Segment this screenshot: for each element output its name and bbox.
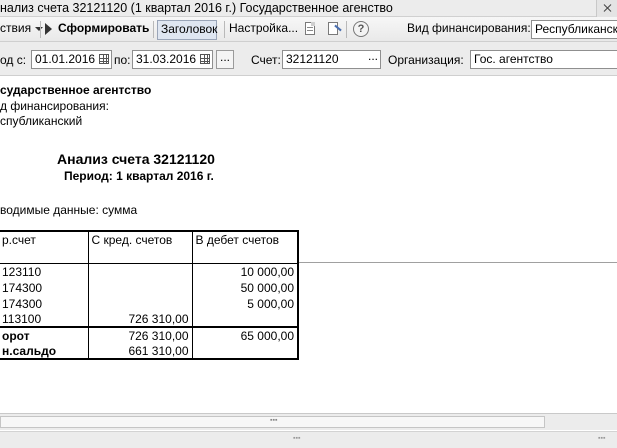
table-row-balance: н.сальдо 661 310,00	[0, 343, 299, 360]
filter-panel: од с: 01.01.2016 по: 31.03.2016 ... Счет…	[0, 42, 617, 76]
table-cell-debit: 10 000,00	[191, 263, 299, 279]
table-row: 113100 726 310,00	[0, 311, 299, 327]
grip-icon: ▪▪▪	[270, 417, 278, 424]
toolbar-separator	[224, 21, 225, 38]
horizontal-scrollbar[interactable]: ▪▪▪	[0, 413, 617, 430]
table-row: 174300 50 000,00	[0, 279, 299, 295]
toolbar-separator	[40, 21, 41, 38]
report-title: Анализ счета 32121120	[57, 151, 215, 167]
table-cell-debit: 65 000,00	[191, 326, 299, 343]
table-header-cell: С кред. счетов	[87, 230, 193, 264]
organization-input[interactable]: Гос. агентство	[470, 50, 617, 69]
calendar-icon[interactable]	[197, 51, 213, 68]
generate-button[interactable]: Сформировать	[45, 20, 149, 39]
generate-button-label: Сформировать	[58, 21, 150, 35]
table-cell-credit	[87, 295, 193, 311]
table-cell-account: 113100	[0, 311, 89, 327]
export-icon[interactable]	[326, 21, 343, 38]
period-to-label: по:	[114, 53, 131, 67]
header-toggle-button[interactable]: Заголовок	[157, 20, 217, 40]
table-cell-debit: 50 000,00	[191, 279, 299, 295]
table-cell-credit	[87, 279, 193, 295]
table-cell-credit	[87, 263, 193, 279]
table-cell-label: н.сальдо	[0, 343, 89, 360]
period-select-button[interactable]: ...	[216, 50, 234, 69]
table-cell-credit: 661 310,00	[87, 343, 193, 360]
table-cell-account: 174300	[0, 279, 89, 295]
close-icon[interactable]	[596, 0, 617, 17]
toolbar-separator	[153, 21, 154, 38]
settings-button[interactable]: Настройка...	[229, 20, 298, 39]
toolbar-separator	[346, 21, 347, 38]
report-financing-line: д финансирования:	[0, 99, 109, 113]
period-from-label: од с:	[0, 53, 27, 67]
report-divider	[298, 262, 617, 263]
toolbar: ствия Сформировать Заголовок Настройка..…	[0, 17, 617, 42]
actions-menu-label: ствия	[0, 21, 32, 35]
report-financing-value: спубликанский	[0, 114, 83, 128]
organization-label: Организация:	[388, 53, 464, 67]
document-icon[interactable]	[302, 21, 319, 38]
actions-menu[interactable]: ствия	[0, 20, 44, 39]
table-cell-account: 174300	[0, 295, 89, 311]
report-org-name: сударственное агентство	[0, 83, 152, 97]
report-area: сударственное агентство д финансирования…	[0, 77, 617, 413]
table-row: 123110 10 000,00	[0, 263, 299, 279]
resize-grip-icon[interactable]: ▪▪▪	[598, 435, 605, 442]
help-icon[interactable]: ?	[353, 21, 369, 37]
grip-icon: ▪▪▪	[293, 435, 301, 442]
table-cell-credit: 726 310,00	[87, 311, 193, 327]
table-cell-debit: 5 000,00	[191, 295, 299, 311]
play-icon	[45, 22, 52, 35]
table-header-row: р.счет С кред. счетов В дебет счетов	[0, 230, 299, 264]
title-bar: нализ счета 32121120 (1 квартал 2016 г.)…	[0, 0, 617, 17]
table-cell-credit: 726 310,00	[87, 326, 193, 343]
table-header-cell: р.счет	[0, 230, 89, 264]
financing-label: Вид финансирования:	[407, 21, 531, 35]
table-cell-account: 123110	[0, 263, 89, 279]
report-table: р.счет С кред. счетов В дебет счетов 123…	[0, 230, 299, 360]
account-select-button[interactable]: ...	[364, 50, 382, 69]
table-cell-debit	[191, 343, 299, 360]
table-row: 174300 5 000,00	[0, 295, 299, 311]
account-label: Счет:	[251, 53, 281, 67]
table-header-cell: В дебет счетов	[191, 230, 299, 264]
table-cell-debit	[191, 311, 299, 327]
window-title: нализ счета 32121120 (1 квартал 2016 г.)…	[0, 1, 393, 15]
report-period: Период: 1 квартал 2016 г.	[64, 169, 214, 183]
financing-select[interactable]: Республиканский	[531, 20, 617, 39]
status-bar: ▪▪▪ ▪▪▪	[0, 431, 617, 448]
calendar-icon[interactable]	[96, 51, 112, 68]
table-row-turnover: орот 726 310,00 65 000,00	[0, 326, 299, 343]
table-cell-label: орот	[0, 326, 89, 343]
report-data-shown: водимые данные: сумма	[0, 203, 138, 217]
